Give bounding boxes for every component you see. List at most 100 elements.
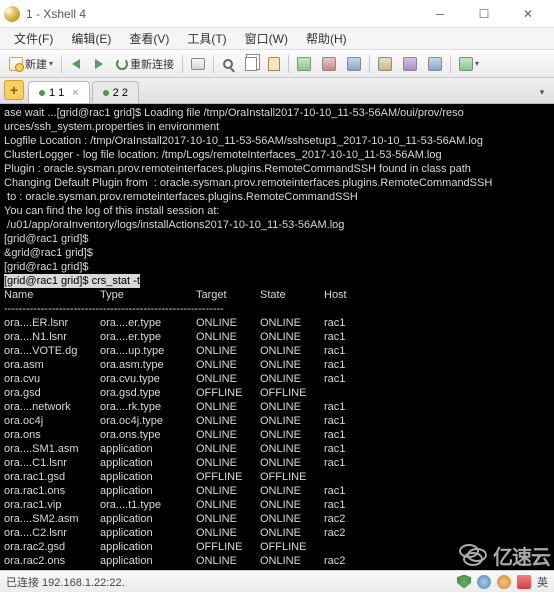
tool-a-icon	[297, 57, 311, 71]
tool-c-button[interactable]	[342, 53, 366, 75]
status-text: 已连接 192.168.1.22:22.	[6, 574, 125, 590]
copy-button[interactable]	[240, 53, 262, 75]
tool-g-icon	[459, 57, 473, 71]
back-button[interactable]	[65, 53, 87, 75]
tool-f-button[interactable]	[423, 53, 447, 75]
table-row: ora.onsora.ons.typeONLINEONLINErac1	[4, 428, 550, 442]
table-row: ora....C1.lsnrapplicationONLINEONLINErac…	[4, 456, 550, 470]
new-tab-button[interactable]: +	[4, 80, 24, 100]
copy-icon	[245, 57, 257, 71]
separator	[182, 55, 183, 73]
arrow-right-icon	[95, 59, 103, 69]
forward-button[interactable]	[88, 53, 110, 75]
reconnect-label: 重新连接	[130, 56, 174, 72]
separator	[288, 55, 289, 73]
close-button[interactable]: ✕	[506, 0, 550, 28]
terminal-line: [grid@rac1 grid]$	[4, 260, 550, 274]
table-row: ora.asmora.asm.typeONLINEONLINErac1	[4, 358, 550, 372]
tool-b-button[interactable]	[317, 53, 341, 75]
terminal-view[interactable]: ase wait ...[grid@rac1 grid]$ Loading fi…	[0, 104, 554, 590]
menu-edit[interactable]: 编辑(E)	[63, 28, 119, 49]
table-row: ora....ER.lsnrora....er.typeONLINEONLINE…	[4, 316, 550, 330]
menu-window[interactable]: 窗口(W)	[237, 28, 296, 49]
separator	[213, 55, 214, 73]
separator	[450, 55, 451, 73]
terminal-line: [grid@rac1 grid]$	[4, 232, 550, 246]
terminal-line: &grid@rac1 grid]$	[4, 246, 550, 260]
toolbar: 新建▾ 重新连接 ▾	[0, 50, 554, 78]
tool-g-button[interactable]: ▾	[454, 53, 484, 75]
globe-icon[interactable]	[477, 575, 491, 589]
new-session-button[interactable]: 新建▾	[4, 53, 58, 75]
refresh-icon	[116, 58, 128, 70]
terminal-line: urces/ssh_system.properties in environme…	[4, 120, 550, 134]
new-icon	[9, 57, 23, 71]
paste-icon	[268, 57, 280, 71]
arrow-left-icon	[72, 59, 80, 69]
table-row: ora....VOTE.dgora....up.typeONLINEONLINE…	[4, 344, 550, 358]
tab-label: 2 2	[113, 87, 128, 99]
tab-1[interactable]: 1 1 ×	[28, 81, 90, 103]
printer-icon	[191, 58, 205, 70]
statusbar: 已连接 192.168.1.22:22. 英	[0, 570, 554, 592]
table-header: NameTypeTargetStateHost	[4, 288, 550, 302]
separator	[369, 55, 370, 73]
terminal-line: You can find the log of this install ses…	[4, 204, 550, 218]
tabbar: + 1 1 × 2 2 ▾	[0, 78, 554, 104]
menubar: 文件(F) 编辑(E) 查看(V) 工具(T) 窗口(W) 帮助(H)	[0, 28, 554, 50]
table-row: ora.cvuora.cvu.typeONLINEONLINErac1	[4, 372, 550, 386]
titlebar: 1 - Xshell 4 ─ ☐ ✕	[0, 0, 554, 28]
terminal-line: to : oracle.sysman.prov.remoteinterfaces…	[4, 190, 550, 204]
menu-view[interactable]: 查看(V)	[121, 28, 177, 49]
new-label: 新建	[25, 56, 47, 72]
table-row: ora.rac1.vipora....t1.typeONLINEONLINEra…	[4, 498, 550, 512]
table-row: ora.oc4jora.oc4j.typeONLINEONLINErac1	[4, 414, 550, 428]
tool-e-button[interactable]	[398, 53, 422, 75]
tool-e-icon	[403, 57, 417, 71]
table-row: ora....N1.lsnrora....er.typeONLINEONLINE…	[4, 330, 550, 344]
terminal-line: Logfile Location : /tmp/OraInstall2017-1…	[4, 134, 550, 148]
table-row: ora.gsdora.gsd.typeOFFLINEOFFLINE	[4, 386, 550, 400]
shield-icon[interactable]	[457, 575, 471, 589]
tool-f-icon	[428, 57, 442, 71]
terminal-line: Plugin : oracle.sysman.prov.remoteinterf…	[4, 162, 550, 176]
menu-tools[interactable]: 工具(T)	[179, 28, 234, 49]
connected-dot-icon	[39, 90, 45, 96]
window-title: 1 - Xshell 4	[26, 7, 418, 21]
table-row: ora.rac2.onsapplicationONLINEONLINErac2	[4, 554, 550, 568]
tool-d-button[interactable]	[373, 53, 397, 75]
minimize-button[interactable]: ─	[418, 0, 462, 28]
menu-help[interactable]: 帮助(H)	[298, 28, 355, 49]
connected-dot-icon	[103, 90, 109, 96]
separator	[61, 55, 62, 73]
table-row: ora....C2.lsnrapplicationONLINEONLINErac…	[4, 526, 550, 540]
tab-close-icon[interactable]: ×	[72, 87, 78, 99]
table-row: ora.rac1.gsdapplicationOFFLINEOFFLINE	[4, 470, 550, 484]
lang-icon[interactable]	[517, 575, 531, 589]
table-divider: ----------------------------------------…	[4, 302, 550, 316]
terminal-line: ase wait ...[grid@rac1 grid]$ Loading fi…	[4, 106, 550, 120]
tab-label: 1 1	[49, 87, 64, 99]
menu-file[interactable]: 文件(F)	[6, 28, 61, 49]
table-row: ora....SM1.asmapplicationONLINEONLINErac…	[4, 442, 550, 456]
app-icon	[4, 6, 20, 22]
find-button[interactable]	[217, 53, 239, 75]
tab-2[interactable]: 2 2	[92, 81, 139, 103]
terminal-command-line: [grid@rac1 grid]$ crs_stat -t	[4, 274, 550, 288]
tool-c-icon	[347, 57, 361, 71]
tool-b-icon	[322, 57, 336, 71]
table-row: ora....networkora....rk.typeONLINEONLINE…	[4, 400, 550, 414]
tablist-dropdown[interactable]: ▾	[534, 84, 550, 100]
search-icon	[223, 59, 233, 69]
status-orange-icon[interactable]	[497, 575, 511, 589]
paste-button[interactable]	[263, 53, 285, 75]
maximize-button[interactable]: ☐	[462, 0, 506, 28]
printer-button[interactable]	[186, 53, 210, 75]
table-row: ora.rac2.gsdapplicationOFFLINEOFFLINE	[4, 540, 550, 554]
tool-a-button[interactable]	[292, 53, 316, 75]
table-row: ora....SM2.asmapplicationONLINEONLINErac…	[4, 512, 550, 526]
terminal-line: /u01/app/oraInventory/logs/installAction…	[4, 218, 550, 232]
terminal-line: Changing Default Plugin from : oracle.sy…	[4, 176, 550, 190]
table-row: ora.rac1.onsapplicationONLINEONLINErac1	[4, 484, 550, 498]
reconnect-button[interactable]: 重新连接	[111, 53, 179, 75]
